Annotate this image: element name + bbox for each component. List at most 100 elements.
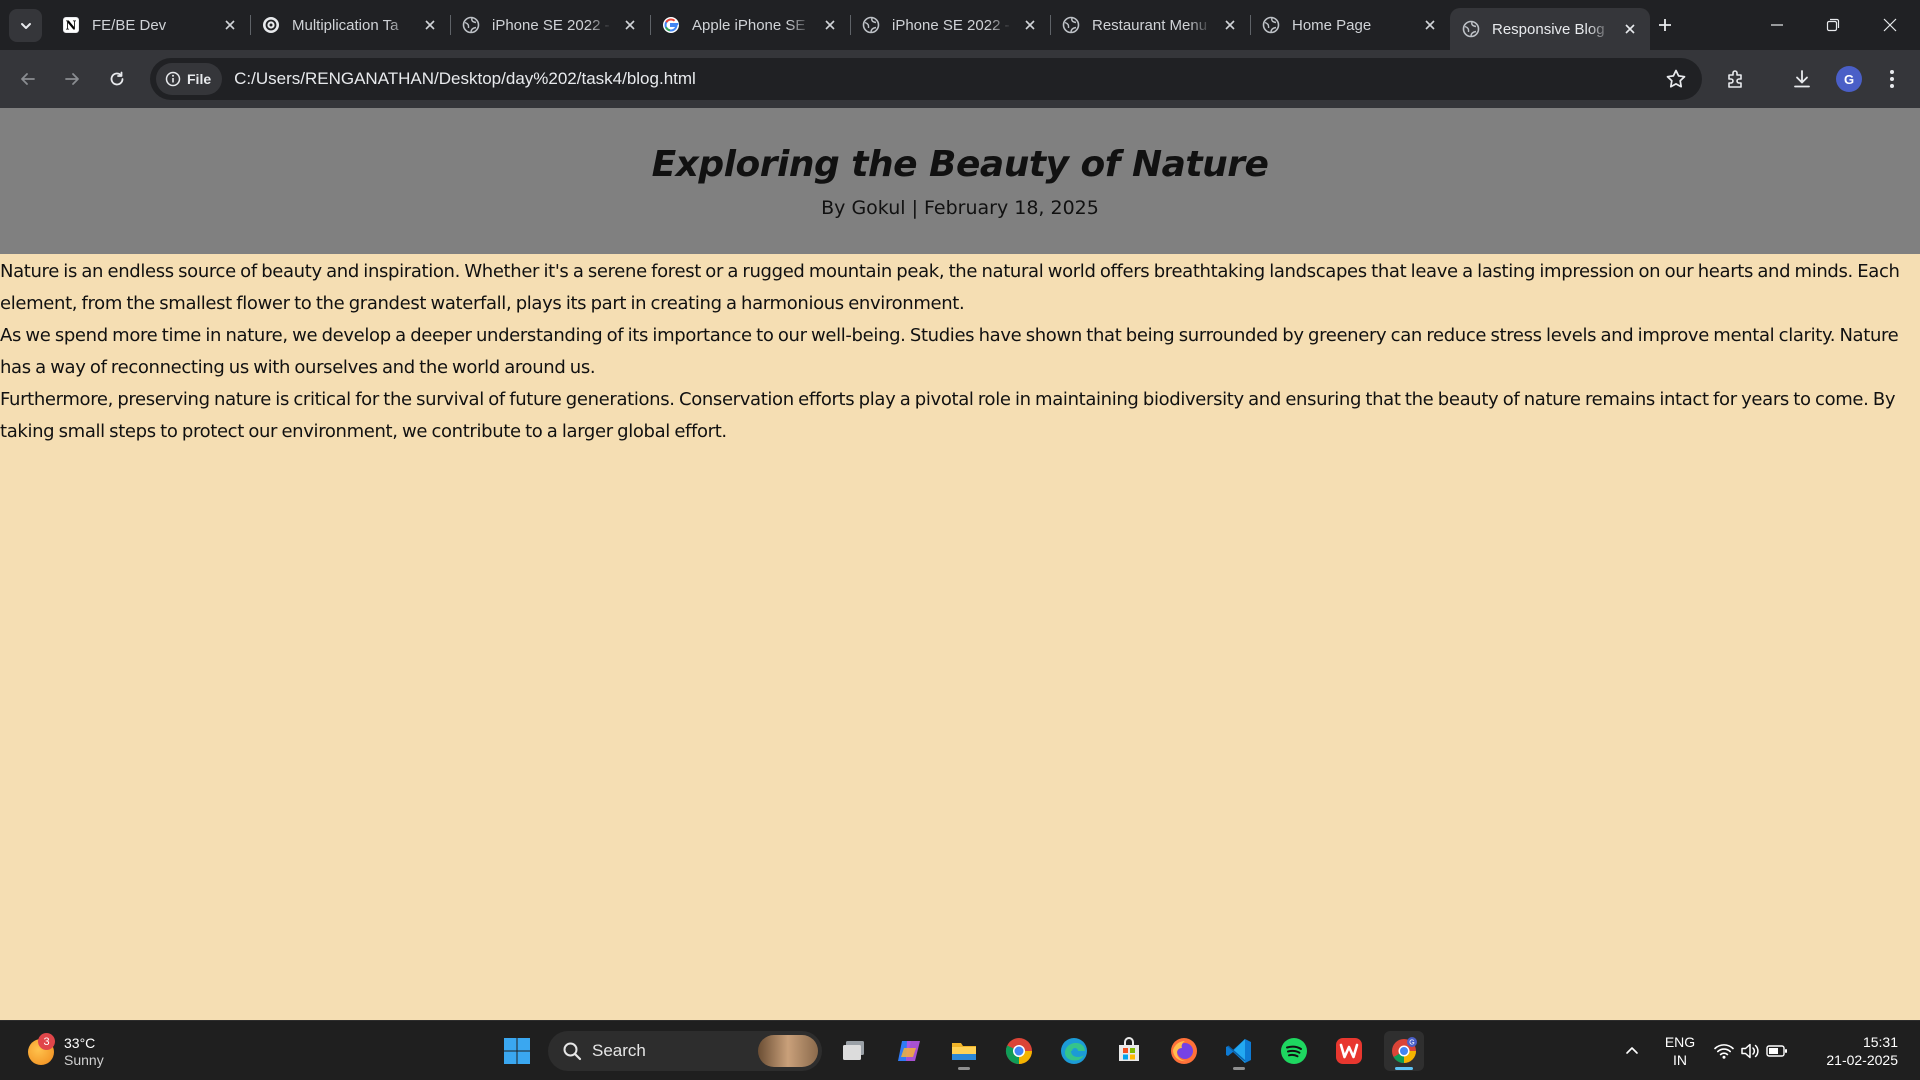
site-info-chip[interactable]: File <box>156 63 223 95</box>
edge-icon <box>1061 1038 1087 1064</box>
copilot-icon <box>898 1041 920 1061</box>
running-indicator <box>1395 1067 1413 1070</box>
puzzle-icon <box>1728 70 1742 88</box>
arrow-right-icon <box>65 73 79 85</box>
running-indicator <box>958 1067 970 1070</box>
vscode-button[interactable] <box>1219 1031 1259 1071</box>
extensions-button[interactable] <box>1719 62 1753 96</box>
taskbar-search[interactable]: Search <box>548 1031 822 1071</box>
firefox-button[interactable] <box>1164 1031 1204 1071</box>
close-icon[interactable] <box>620 15 640 35</box>
browser-toolbar: File C:/Users/RENGANATHAN/Desktop/day%20… <box>0 50 1920 142</box>
task-view-icon <box>843 1041 864 1060</box>
weather-widget[interactable]: 3 33°C Sunny <box>26 1033 116 1069</box>
chevron-down-icon <box>20 22 31 29</box>
tab-title: Responsive Blog <box>1492 20 1605 38</box>
url-text[interactable]: C:/Users/RENGANATHAN/Desktop/day%202/tas… <box>234 69 696 89</box>
file-explorer-button[interactable] <box>944 1031 984 1071</box>
quick-settings-button[interactable] <box>1712 1021 1790 1080</box>
language-indicator[interactable]: ENG IN <box>1660 1033 1700 1069</box>
task-view-button[interactable] <box>834 1031 874 1071</box>
chrome-profile-button[interactable]: G <box>1384 1031 1424 1071</box>
blog-byline: By Gokul | February 18, 2025 <box>821 197 1099 219</box>
info-icon <box>165 71 181 87</box>
notification-badge: 3 <box>38 1033 55 1050</box>
restore-icon <box>1826 18 1840 32</box>
windows-taskbar: 3 33°C Sunny Search G ENG IN 15:31 21-02… <box>0 1020 1920 1080</box>
notion-icon: N <box>62 16 80 34</box>
system-clock[interactable]: 15:31 21-02-2025 <box>1812 1033 1898 1069</box>
google-icon <box>662 16 680 34</box>
wifi-icon <box>1714 1044 1734 1059</box>
tab-iphone-se-2[interactable]: iPhone SE 2022 - <box>850 0 1050 50</box>
downloads-button[interactable] <box>1785 62 1819 96</box>
close-window-button[interactable] <box>1862 0 1918 50</box>
battery-icon <box>1766 1045 1787 1057</box>
weather-condition: Sunny <box>64 1052 104 1068</box>
close-icon[interactable] <box>1220 15 1240 35</box>
new-tab-button[interactable] <box>1651 11 1679 39</box>
weather-temperature: 33°C <box>64 1035 96 1051</box>
chevron-up-icon <box>1626 1047 1638 1054</box>
tab-responsive-blog[interactable]: Responsive Blog <box>1450 8 1650 50</box>
article-paragraph: Furthermore, preserving nature is critic… <box>0 389 1896 442</box>
blog-header: Exploring the Beauty of Nature By Gokul … <box>0 108 1920 254</box>
edge-button[interactable] <box>1054 1031 1094 1071</box>
firefox-icon <box>1171 1038 1197 1064</box>
file-explorer-icon <box>952 1043 976 1060</box>
wps-office-icon <box>1336 1038 1362 1064</box>
minimize-button[interactable] <box>1749 0 1805 50</box>
plus-icon <box>1659 19 1671 31</box>
close-icon[interactable] <box>1620 19 1640 39</box>
restore-button[interactable] <box>1805 0 1861 50</box>
minimize-icon <box>1771 24 1783 26</box>
tab-fe-be-dev[interactable]: N FE/BE Dev <box>50 0 250 50</box>
show-hidden-icons-button[interactable] <box>1618 1021 1646 1080</box>
clock-time: 15:31 <box>1862 1034 1898 1050</box>
tab-iphone-se-1[interactable]: iPhone SE 2022 - <box>450 0 650 50</box>
bookmark-star-icon[interactable] <box>1664 67 1688 95</box>
arrow-left-icon <box>21 73 35 85</box>
tab-title: Multiplication Ta <box>292 16 399 34</box>
tab-title: iPhone SE 2022 - <box>892 16 1010 34</box>
tab-title: Home Page <box>1292 16 1372 34</box>
blog-article: Nature is an endless source of beauty an… <box>0 254 1920 448</box>
search-label: Search <box>592 1041 646 1060</box>
reload-icon <box>110 71 124 86</box>
chrome-profile-icon: G <box>1392 1037 1417 1063</box>
svg-text:G: G <box>1409 1040 1414 1047</box>
close-icon[interactable] <box>220 15 240 35</box>
tab-search-button[interactable] <box>9 9 42 42</box>
windows-start-icon <box>504 1038 530 1064</box>
tab-multiplication[interactable]: Multiplication Ta <box>250 0 450 50</box>
chrome-icon <box>1005 1038 1032 1065</box>
tab-apple-iphone-se[interactable]: Apple iPhone SE <box>650 0 850 50</box>
download-icon <box>1794 70 1810 88</box>
blog-title: Exploring the Beauty of Nature <box>651 144 1269 185</box>
close-icon[interactable] <box>1420 15 1440 35</box>
back-button[interactable] <box>11 62 45 96</box>
globe-icon <box>462 16 480 34</box>
forward-button[interactable] <box>55 62 89 96</box>
close-icon[interactable] <box>1020 15 1040 35</box>
vscode-icon <box>1226 1039 1251 1063</box>
menu-button[interactable] <box>1875 62 1909 96</box>
reload-button[interactable] <box>100 62 134 96</box>
copilot-button[interactable] <box>889 1031 929 1071</box>
wps-office-button[interactable] <box>1329 1031 1369 1071</box>
clock-date: 21-02-2025 <box>1826 1052 1898 1068</box>
microsoft-store-button[interactable] <box>1109 1031 1149 1071</box>
tab-home-page[interactable]: Home Page <box>1250 0 1450 50</box>
start-button[interactable] <box>497 1031 537 1071</box>
spotify-button[interactable] <box>1274 1031 1314 1071</box>
tab-list: N FE/BE Dev Multiplication Ta iPhone SE … <box>50 0 1650 50</box>
tab-title: Restaurant Menu <box>1092 16 1208 34</box>
page-viewport: Exploring the Beauty of Nature By Gokul … <box>0 108 1920 1020</box>
chrome-button[interactable] <box>999 1031 1039 1071</box>
close-icon[interactable] <box>420 15 440 35</box>
close-icon[interactable] <box>820 15 840 35</box>
address-bar[interactable]: File C:/Users/RENGANATHAN/Desktop/day%20… <box>150 58 1702 100</box>
profile-avatar[interactable]: G <box>1836 66 1862 92</box>
tab-restaurant-menu[interactable]: Restaurant Menu <box>1050 0 1250 50</box>
microsoft-store-icon <box>1119 1037 1139 1061</box>
